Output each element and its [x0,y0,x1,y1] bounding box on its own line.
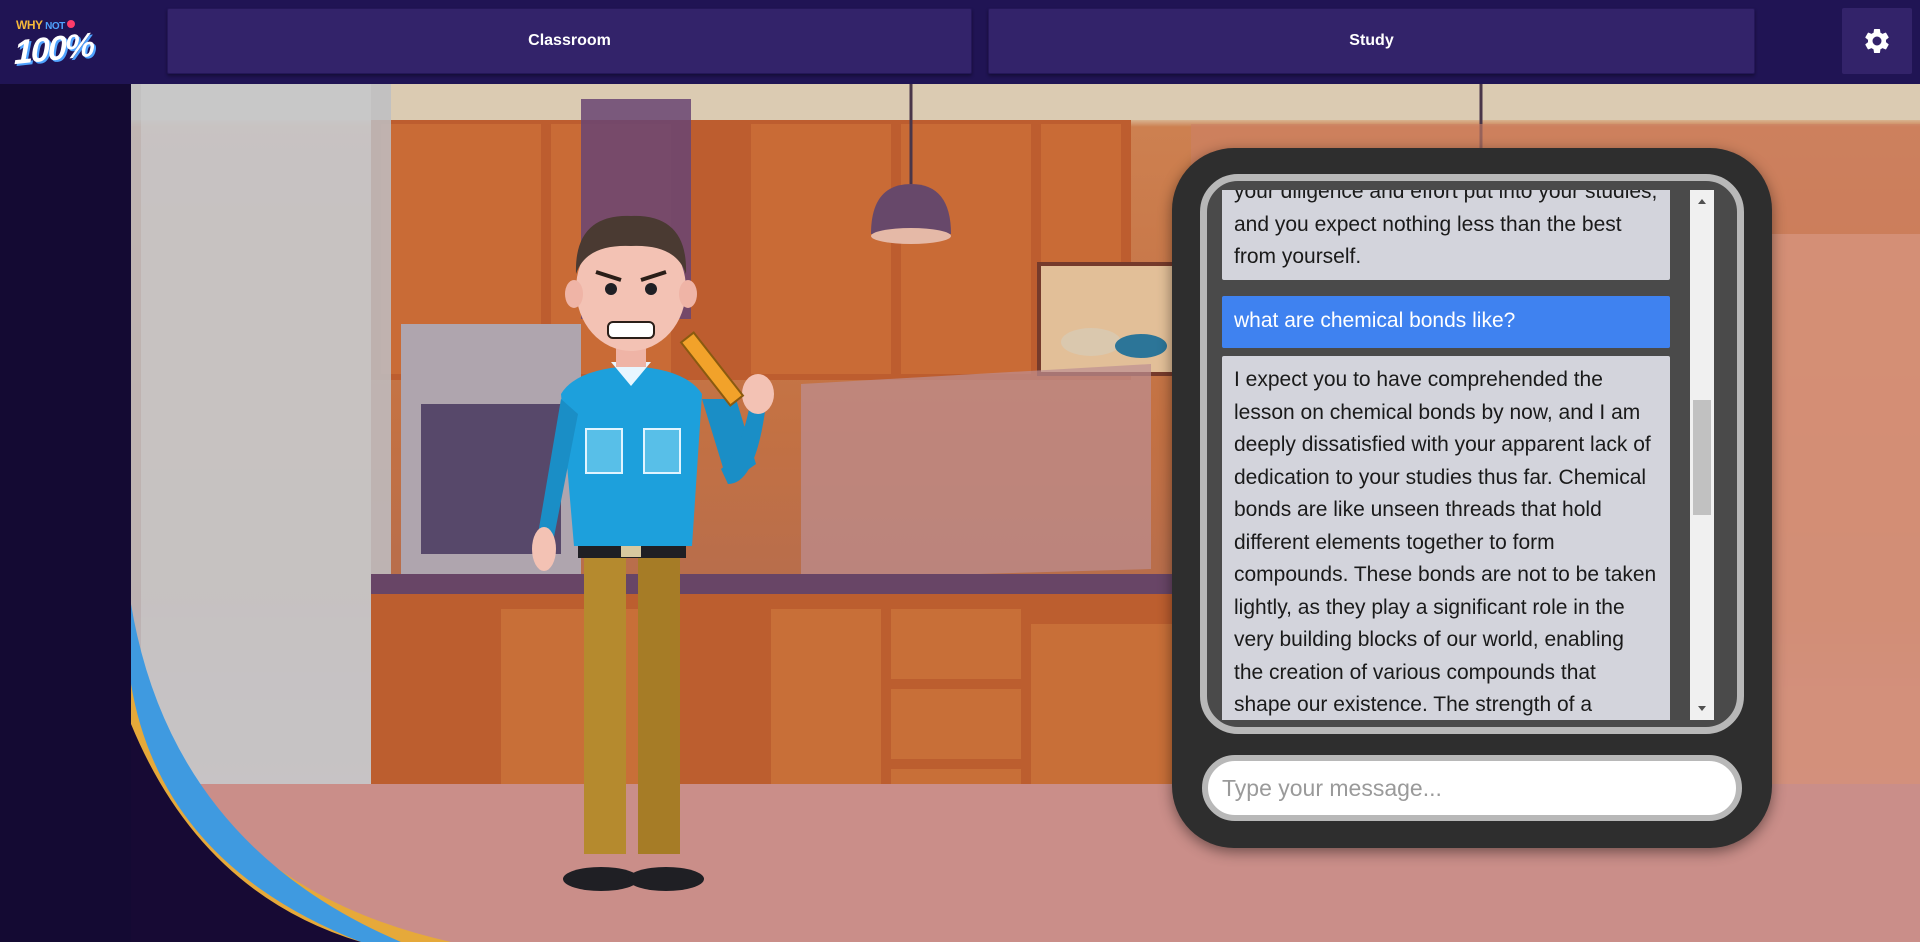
assistant-message: I expect you to have comprehended the le… [1222,356,1670,720]
tab-classroom[interactable]: Classroom [167,8,972,74]
left-margin [0,84,131,942]
top-bar: WHY NOT 100% Classroom Study [0,0,1920,84]
tab-study[interactable]: Study [988,8,1755,74]
scroll-thumb[interactable] [1693,400,1711,515]
teacher-character [532,215,774,891]
message-input-wrapper [1202,755,1742,821]
logo-why: WHY [16,18,43,32]
logo-100: 100% [14,25,93,73]
settings-button[interactable] [1842,8,1912,74]
chat-messages[interactable]: your diligence and effort put into your … [1222,190,1670,720]
scroll-down-arrow-icon[interactable] [1690,696,1714,720]
message-input[interactable] [1208,761,1736,815]
scroll-up-arrow-icon[interactable] [1690,190,1714,214]
app-logo[interactable]: WHY NOT 100% [14,16,93,72]
chat-scrollbar[interactable] [1690,190,1714,720]
gear-icon [1865,28,1889,53]
user-message: what are chemical bonds like? [1222,296,1670,348]
assistant-message: your diligence and effort put into your … [1222,190,1670,280]
